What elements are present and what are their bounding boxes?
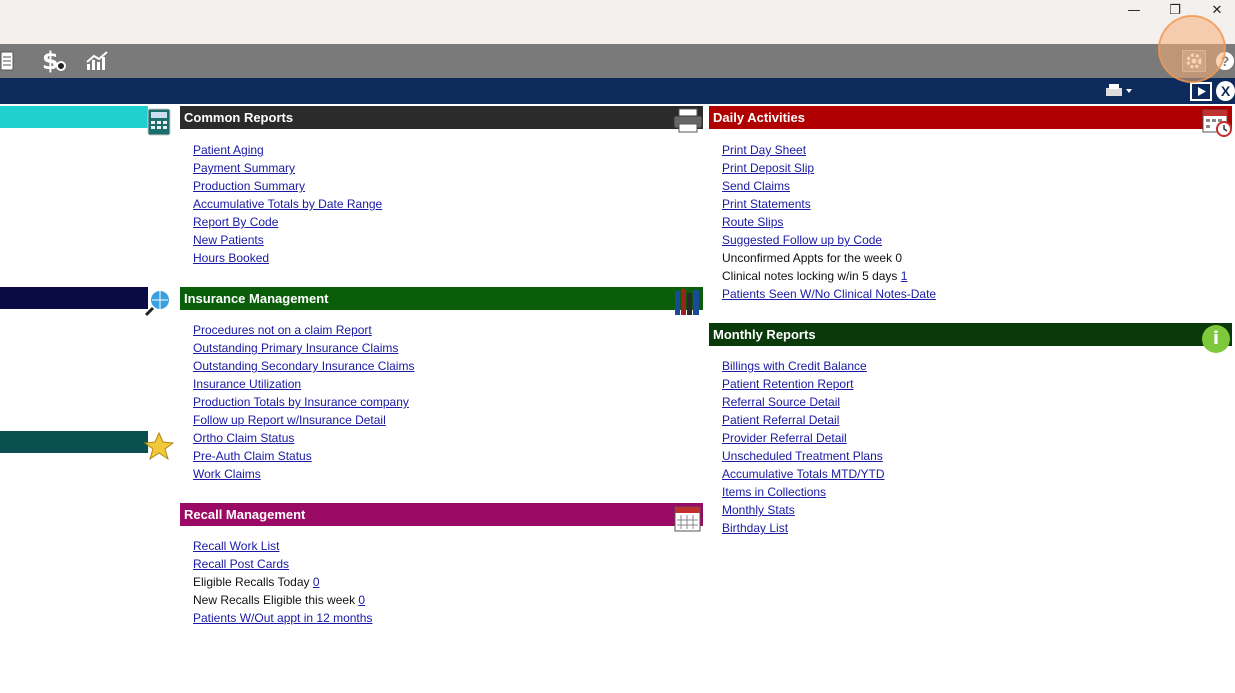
link-report-by-code[interactable]: Report By Code bbox=[193, 215, 278, 229]
clinical-notes-locking-label: Clinical notes locking w/in 5 days bbox=[722, 269, 898, 283]
link-patients-no-clinical-notes[interactable]: Patients Seen W/No Clinical Notes-Date bbox=[722, 287, 936, 301]
monthly-reports-list: Billings with Credit Balance Patient Ret… bbox=[722, 357, 885, 537]
daily-activities-title: Daily Activities bbox=[713, 110, 806, 125]
close-window-button[interactable]: ✕ bbox=[1205, 2, 1229, 20]
recall-management-title: Recall Management bbox=[184, 507, 306, 522]
link-recall-post-cards[interactable]: Recall Post Cards bbox=[193, 557, 289, 571]
link-items-in-collections[interactable]: Items in Collections bbox=[722, 485, 826, 499]
link-print-statements[interactable]: Print Statements bbox=[722, 197, 811, 211]
document-icon[interactable] bbox=[0, 51, 14, 76]
play-icon[interactable] bbox=[1190, 82, 1212, 106]
books-icon bbox=[673, 287, 703, 321]
link-patient-retention-report[interactable]: Patient Retention Report bbox=[722, 377, 853, 391]
common-reports-header: Common Reports bbox=[180, 106, 703, 129]
link-accumulative-totals-date-range[interactable]: Accumulative Totals by Date Range bbox=[193, 197, 382, 211]
dollar-icon[interactable]: $ bbox=[40, 47, 70, 75]
link-suggested-follow-up[interactable]: Suggested Follow up by Code bbox=[722, 233, 882, 247]
common-reports-list: Patient Aging Payment Summary Production… bbox=[193, 141, 382, 267]
common-reports-title: Common Reports bbox=[184, 110, 294, 125]
link-provider-referral-detail[interactable]: Provider Referral Detail bbox=[722, 431, 847, 445]
link-print-deposit-slip[interactable]: Print Deposit Slip bbox=[722, 161, 814, 175]
recall-management-list: Recall Work List Recall Post Cards Eligi… bbox=[193, 537, 372, 627]
nav-bar: X bbox=[0, 78, 1235, 104]
link-patients-without-appt[interactable]: Patients W/Out appt in 12 months bbox=[193, 611, 372, 625]
insurance-management-header: Insurance Management bbox=[180, 287, 703, 310]
link-unscheduled-treatment-plans[interactable]: Unscheduled Treatment Plans bbox=[722, 449, 883, 463]
link-birthday-list[interactable]: Birthday List bbox=[722, 521, 788, 535]
link-work-claims[interactable]: Work Claims bbox=[193, 467, 261, 481]
link-hours-booked[interactable]: Hours Booked bbox=[193, 251, 269, 265]
eligible-recalls-today-label: Eligible Recalls Today bbox=[193, 575, 310, 589]
side-bar-cyan bbox=[0, 106, 148, 128]
link-recall-work-list[interactable]: Recall Work List bbox=[193, 539, 279, 553]
new-recalls-eligible-label: New Recalls Eligible this week bbox=[193, 593, 356, 607]
link-payment-summary[interactable]: Payment Summary bbox=[193, 161, 295, 175]
insurance-management-title: Insurance Management bbox=[184, 291, 329, 306]
link-follow-up-insurance-detail[interactable]: Follow up Report w/Insurance Detail bbox=[193, 413, 386, 427]
window-titlebar: — ❐ ✕ bbox=[0, 0, 1235, 44]
printer-dropdown-icon[interactable] bbox=[1104, 83, 1134, 104]
side-bar-navy bbox=[0, 287, 148, 309]
new-recalls-eligible-count[interactable]: 0 bbox=[358, 593, 365, 607]
eligible-recalls-today-count[interactable]: 0 bbox=[313, 575, 320, 589]
chart-icon[interactable] bbox=[85, 50, 109, 77]
link-monthly-stats[interactable]: Monthly Stats bbox=[722, 503, 795, 517]
printer-icon bbox=[673, 107, 703, 137]
clinical-notes-locking-count[interactable]: 1 bbox=[901, 269, 908, 283]
daily-activities-header: Daily Activities bbox=[709, 106, 1232, 129]
recall-management-header: Recall Management bbox=[180, 503, 703, 526]
link-referral-source-detail[interactable]: Referral Source Detail bbox=[722, 395, 840, 409]
link-procedures-not-on-claim[interactable]: Procedures not on a claim Report bbox=[193, 323, 372, 337]
link-send-claims[interactable]: Send Claims bbox=[722, 179, 790, 193]
monthly-reports-title: Monthly Reports bbox=[713, 327, 816, 342]
calendar-clock-icon bbox=[1201, 106, 1233, 142]
monthly-reports-header: Monthly Reports bbox=[709, 323, 1232, 346]
link-production-totals-insurance[interactable]: Production Totals by Insurance company bbox=[193, 395, 409, 409]
link-patient-referral-detail[interactable]: Patient Referral Detail bbox=[722, 413, 839, 427]
link-route-slips[interactable]: Route Slips bbox=[722, 215, 783, 229]
link-insurance-utilization[interactable]: Insurance Utilization bbox=[193, 377, 301, 391]
side-bar-teal bbox=[0, 431, 148, 453]
close-circle-icon[interactable]: X bbox=[1216, 81, 1235, 101]
link-production-summary[interactable]: Production Summary bbox=[193, 179, 305, 193]
link-outstanding-secondary-claims[interactable]: Outstanding Secondary Insurance Claims bbox=[193, 359, 414, 373]
star-icon bbox=[143, 431, 175, 466]
link-billings-credit-balance[interactable]: Billings with Credit Balance bbox=[722, 359, 867, 373]
link-patient-aging[interactable]: Patient Aging bbox=[193, 143, 264, 157]
unconfirmed-appts-label: Unconfirmed Appts for the week 0 bbox=[722, 251, 903, 265]
insurance-management-list: Procedures not on a claim Report Outstan… bbox=[193, 321, 414, 483]
daily-activities-list: Print Day Sheet Print Deposit Slip Send … bbox=[722, 141, 936, 303]
link-accumulative-totals-mtd-ytd[interactable]: Accumulative Totals MTD/YTD bbox=[722, 467, 885, 481]
minimize-button[interactable]: — bbox=[1122, 2, 1146, 20]
link-new-patients[interactable]: New Patients bbox=[193, 233, 264, 247]
link-print-day-sheet[interactable]: Print Day Sheet bbox=[722, 143, 806, 157]
main-toolbar: $ ? bbox=[0, 44, 1235, 78]
link-ortho-claim-status[interactable]: Ortho Claim Status bbox=[193, 431, 294, 445]
click-highlight-circle bbox=[1158, 15, 1226, 83]
info-icon: i bbox=[1202, 325, 1230, 353]
link-outstanding-primary-claims[interactable]: Outstanding Primary Insurance Claims bbox=[193, 341, 398, 355]
magnifier-globe-icon bbox=[144, 287, 174, 322]
calendar-icon bbox=[673, 503, 703, 537]
calculator-icon bbox=[147, 108, 171, 141]
link-pre-auth-claim-status[interactable]: Pre-Auth Claim Status bbox=[193, 449, 312, 463]
